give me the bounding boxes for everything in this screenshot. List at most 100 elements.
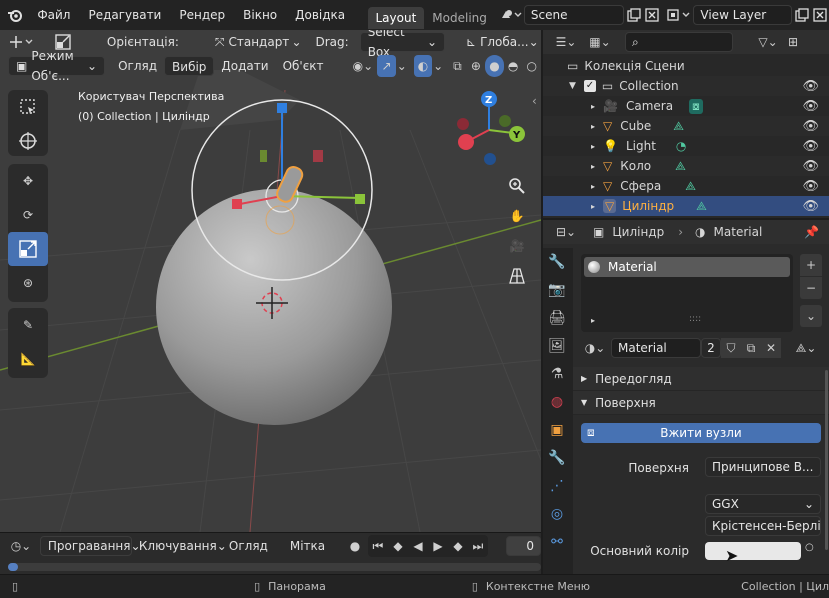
- fake-user-shield-icon[interactable]: ⛉: [721, 338, 741, 358]
- jump-start-icon[interactable]: ⏮: [368, 535, 388, 557]
- play-icon[interactable]: ▶: [428, 535, 448, 557]
- new-collection-icon[interactable]: ⊞: [783, 31, 803, 53]
- visibility-eye-icon[interactable]: 👁: [802, 119, 819, 134]
- object-tab-icon[interactable]: ▣: [543, 416, 571, 444]
- visibility-eye-icon[interactable]: 👁: [802, 79, 819, 94]
- copy-view-layer-icon[interactable]: [792, 4, 810, 26]
- blender-logo-icon[interactable]: [6, 4, 24, 26]
- subsurface-method-dropdown[interactable]: Крістенсен-Берлі ⌄: [705, 516, 821, 536]
- prev-keyframe-icon[interactable]: ◆: [388, 535, 408, 557]
- unlink-icon[interactable]: ✕: [761, 338, 781, 358]
- scene-selector-icon[interactable]: [499, 4, 524, 26]
- checkbox-icon[interactable]: ✓: [583, 80, 596, 92]
- scene-name-field[interactable]: Scene: [523, 5, 625, 25]
- constraints-tab-icon[interactable]: ⚯: [543, 528, 571, 556]
- tab-modeling[interactable]: Modeling: [424, 7, 495, 29]
- camera-view-icon[interactable]: 🎥: [503, 232, 531, 260]
- base-color-swatch[interactable]: [705, 542, 801, 560]
- copy-scene-icon[interactable]: [624, 4, 642, 26]
- menu-help[interactable]: Довідка: [286, 0, 354, 30]
- jump-end-icon[interactable]: ⏭: [468, 535, 488, 557]
- sidebar-toggle-icon[interactable]: ‹: [532, 94, 537, 108]
- pin-icon[interactable]: 📌: [804, 225, 819, 239]
- outliner-item-camera[interactable]: ▸ 🎥 Camera ⧇ 👁: [543, 96, 829, 116]
- outliner-item-cube[interactable]: ▸ ▽ Cube ⟁ 👁: [543, 116, 829, 136]
- material-name-field[interactable]: Material: [611, 338, 701, 358]
- keying-dropdown[interactable]: Ключування ⌄: [132, 536, 227, 556]
- link-type-icon[interactable]: ⟁⌄: [791, 337, 821, 359]
- zoom-icon[interactable]: [503, 172, 531, 200]
- annotate-tool-icon[interactable]: ✎: [8, 308, 48, 342]
- resize-handle-icon[interactable]: ::::: [689, 314, 701, 324]
- preview-panel-header[interactable]: ▶ Передогляд: [573, 367, 829, 391]
- material-shading-icon[interactable]: ◓: [504, 55, 523, 77]
- menu-add[interactable]: Додати: [214, 56, 275, 76]
- outliner-search-input[interactable]: ⌕: [625, 32, 733, 52]
- base-color-link-dot-icon[interactable]: ○: [805, 542, 814, 553]
- world-tab-icon[interactable]: ◍: [543, 388, 571, 416]
- record-icon[interactable]: ●: [346, 535, 364, 557]
- xray-toggle-icon[interactable]: ⧉: [448, 55, 467, 77]
- select-box-tool-icon[interactable]: [8, 90, 48, 124]
- editor-type-icon[interactable]: ☰⌄: [549, 31, 583, 53]
- mode-dropdown[interactable]: ▣ Режим Об'є... ⌄: [8, 49, 106, 83]
- chevron-down-icon[interactable]: ⌄: [432, 55, 444, 77]
- scale-tool-icon[interactable]: [8, 232, 48, 266]
- particles-tab-icon[interactable]: ⋰: [543, 472, 571, 500]
- visibility-toggle-icon[interactable]: ◉⌄: [349, 55, 378, 77]
- output-tab-icon[interactable]: 🖨: [543, 304, 571, 332]
- next-keyframe-icon[interactable]: ◆: [448, 535, 468, 557]
- outliner-item-circle[interactable]: ▸ ▽ Коло ⟁ 👁: [543, 156, 829, 176]
- transform-orientation-dropdown[interactable]: ⊾ Глоба... ⌄: [459, 32, 541, 52]
- 3d-viewport[interactable]: Z Y Орієнтація: ⤧ Стандарт ⌄ Drag: Selec…: [0, 30, 541, 532]
- cursor-tool-icon[interactable]: [8, 124, 48, 158]
- close-scene-icon[interactable]: [643, 4, 661, 26]
- render-tab-icon[interactable]: 📷: [543, 276, 571, 304]
- timeline-view-menu[interactable]: Огляд: [222, 536, 275, 556]
- tab-layout[interactable]: Layout: [367, 7, 425, 29]
- filter-icon[interactable]: ▽⌄: [753, 31, 783, 53]
- playback-dropdown[interactable]: Програвання ⌄: [39, 536, 141, 556]
- transform-tool-icon[interactable]: ⊛: [8, 266, 48, 300]
- menu-select[interactable]: Вибір: [164, 56, 215, 76]
- menu-file[interactable]: Файл: [28, 0, 79, 30]
- remove-slot-icon[interactable]: −: [800, 277, 822, 299]
- tool-tab-icon[interactable]: 🔧: [543, 248, 571, 276]
- solid-shading-icon[interactable]: ●: [485, 55, 504, 77]
- chevron-down-icon[interactable]: ⌄: [396, 55, 408, 77]
- scene-tab-icon[interactable]: ⚗: [543, 360, 571, 388]
- expand-triangle-icon[interactable]: ▸: [591, 316, 595, 325]
- outliner-item-light[interactable]: ▸ 💡 Light ◔ 👁: [543, 136, 829, 156]
- view-layer-icon[interactable]: [665, 4, 693, 26]
- users-count[interactable]: 2: [701, 338, 721, 358]
- visibility-eye-icon[interactable]: 👁: [802, 99, 819, 114]
- distribution-dropdown[interactable]: GGX ⌄: [705, 494, 821, 514]
- orientation-dropdown[interactable]: ⤧ Стандарт ⌄: [208, 32, 309, 52]
- use-nodes-button[interactable]: Вжити вузли: [581, 423, 821, 443]
- surface-panel-header[interactable]: ▼ Поверхня: [573, 391, 829, 415]
- drag-dropdown[interactable]: Select Box ⌄: [359, 30, 445, 59]
- measure-tool-icon[interactable]: 📐: [8, 342, 48, 376]
- display-mode-icon[interactable]: ▦⌄: [583, 31, 617, 53]
- visibility-eye-icon[interactable]: 👁: [802, 179, 819, 194]
- visibility-eye-icon[interactable]: 👁: [802, 139, 819, 154]
- material-slots-list[interactable]: Material ▸ ::::: [581, 254, 793, 332]
- menu-object[interactable]: Об'єкт: [276, 56, 331, 76]
- outliner-item-cylinder[interactable]: ▸ ▽ Циліндр ⟁ 👁: [543, 196, 829, 216]
- editor-type-icon[interactable]: ◷⌄: [8, 535, 34, 557]
- physics-tab-icon[interactable]: ◎: [543, 500, 571, 528]
- timeline-scrubber[interactable]: [8, 563, 541, 571]
- modifier-tab-icon[interactable]: 🔧: [543, 444, 571, 472]
- menu-render[interactable]: Рендер: [170, 0, 234, 30]
- menu-edit[interactable]: Редагувати: [79, 0, 170, 30]
- overlay-toggle-icon[interactable]: ◐: [413, 55, 433, 77]
- surface-shader-dropdown[interactable]: Принципове В...: [705, 457, 821, 477]
- browse-material-icon[interactable]: ◑⌄: [579, 337, 611, 359]
- timeline-marker-menu[interactable]: Мітка: [283, 536, 332, 556]
- properties-scrollbar[interactable]: [825, 370, 828, 550]
- outliner-scene-collection[interactable]: ▭ Колекція Сцени: [543, 56, 829, 76]
- wireframe-shading-icon[interactable]: ⊕: [467, 55, 486, 77]
- editor-type-icon[interactable]: ⊟⌄: [549, 221, 583, 243]
- outliner-item-sphere[interactable]: ▸ ▽ Сфера ⟁ 👁: [543, 176, 829, 196]
- material-slot-item[interactable]: Material: [584, 257, 790, 277]
